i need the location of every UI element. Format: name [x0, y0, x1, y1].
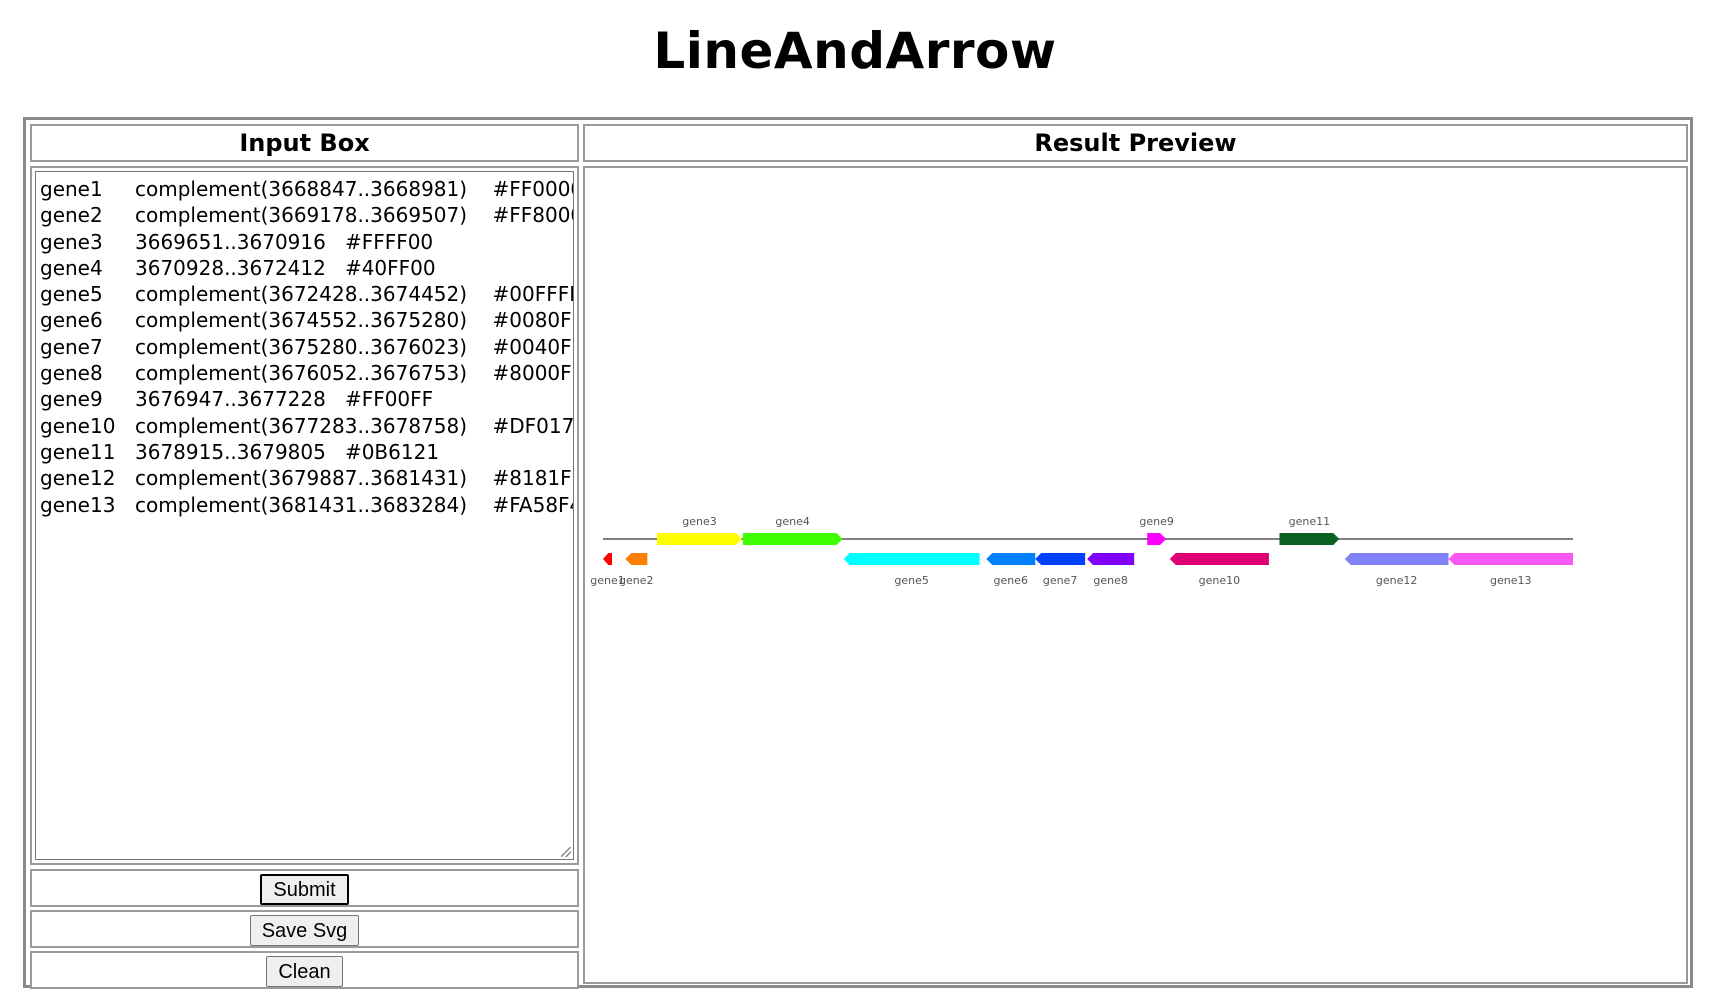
input-line-color: #FA58F4 — [492, 492, 574, 517]
input-line-gene-name: gene5 — [40, 282, 103, 307]
input-line: gene12 complement(3679887..3681431) #8181… — [40, 465, 573, 491]
resize-grip-icon[interactable] — [561, 847, 571, 857]
input-line-color: #FF00FF — [344, 387, 434, 412]
input-line-color: #FFFF00 — [344, 229, 434, 254]
input-line-color: #8181F7 — [492, 466, 573, 491]
gene-arrow-gene2 — [625, 553, 648, 565]
gene-arrow-gene11 — [1279, 533, 1340, 545]
gene-label-gene2: gene2 — [619, 574, 654, 587]
input-line-color: #0B6121 — [344, 439, 440, 464]
gene-arrow-gene6 — [986, 553, 1036, 565]
result-preview-panel: gene1 gene2 gene3 gene4 gene5 gene6 gene7 gene8… — [583, 166, 1688, 984]
input-line: gene2 complement(3669178..3669507) #FF800… — [40, 202, 573, 228]
input-line-gene-name: gene12 — [40, 466, 116, 491]
input-line-color: #0080FF — [492, 308, 573, 333]
gene-label-gene6: gene6 — [994, 574, 1029, 587]
submit-button[interactable]: Submit — [260, 874, 349, 905]
input-line-color: #40FF00 — [344, 255, 436, 280]
input-line-location: complement(3679887..3681431) — [135, 466, 468, 491]
gene-arrow-gene3 — [657, 533, 743, 545]
input-line-color: #0040FF — [492, 334, 573, 359]
input-line-color: #DF0174 — [492, 413, 574, 438]
input-line-location: complement(3677283..3678758) — [135, 413, 468, 438]
result-preview-header: Result Preview — [583, 124, 1688, 162]
input-line: gene4 3670928..3672412 #40FF00 — [40, 255, 569, 281]
input-line-location: complement(3676052..3676753) — [135, 361, 468, 386]
gene-map-svg: gene1gene2gene3 gene4gene5 gene6 gene7 gene8… — [590, 515, 1573, 587]
input-line-gene-name: gene6 — [40, 308, 103, 333]
input-line: gene8 complement(3676052..3676753) #8000F… — [40, 360, 573, 386]
gene-label-gene3: gene3 — [682, 515, 717, 528]
input-line-location: complement(3681431..3683284) — [135, 492, 468, 517]
input-line-gene-name: gene7 — [40, 334, 103, 359]
input-line-location: 3678915..3679805 — [135, 439, 326, 464]
input-line-location: complement(3674552..3675280) — [135, 308, 468, 333]
input-line-location: 3669651..3670916 — [135, 229, 326, 254]
page-title: LineAndArrow — [653, 22, 1057, 80]
gene-arrow-gene5 — [843, 553, 980, 565]
save-svg-button[interactable]: Save Svg — [249, 915, 360, 946]
gene-arrow-gene1 — [603, 553, 613, 565]
input-line-color: #FF8000 — [492, 203, 573, 228]
input-line: gene10 complement(3677283..3678758) #DF01… — [40, 413, 573, 439]
save-svg-cell: Save Svg — [30, 910, 579, 948]
input-line-gene-name: gene4 — [40, 255, 103, 280]
main-layout-table: Input Box Result Preview gene1 complement… — [23, 117, 1693, 989]
gene-arrow-gene4 — [742, 533, 843, 545]
input-line: gene9 3676947..3677228 #FF00FF — [40, 386, 569, 412]
input-line-gene-name: gene9 — [40, 387, 103, 412]
gene-input-textarea[interactable]: gene1 complement(3668847..3668981) #FF000… — [35, 171, 574, 860]
input-line-color: #8000FF — [492, 361, 573, 386]
gene-arrow-gene8 — [1087, 553, 1135, 565]
gene-label-gene5: gene5 — [894, 574, 929, 587]
input-line: gene7 complement(3675280..3676023) #0040F… — [40, 334, 573, 360]
input-line-gene-name: gene3 — [40, 229, 103, 254]
gene-label-gene7: gene7 — [1043, 574, 1078, 587]
gene-label-gene12: gene12 — [1376, 574, 1418, 587]
input-line: gene13 complement(3681431..3683284) #FA58… — [40, 492, 573, 518]
input-line: gene1 complement(3668847..3668981) #FF000… — [40, 176, 573, 202]
input-line-gene-name: gene1 — [40, 177, 103, 201]
gene-arrow-gene9 — [1147, 533, 1167, 545]
gene-label-gene13: gene13 — [1490, 574, 1532, 587]
input-line-color: #FF0000 — [492, 177, 573, 201]
gene-arrow-gene12 — [1344, 553, 1449, 565]
input-cell: gene1 complement(3668847..3668981) #FF000… — [30, 166, 579, 865]
input-line-gene-name: gene13 — [40, 492, 116, 517]
input-line-location: complement(3669178..3669507) — [135, 203, 468, 228]
input-line-location: 3676947..3677228 — [135, 387, 326, 412]
input-line-gene-name: gene8 — [40, 361, 103, 386]
gene-label-gene9: gene9 — [1139, 515, 1174, 528]
input-line-location: complement(3672428..3674452) — [135, 282, 468, 307]
input-line: gene3 3669651..3670916 #FFFF00 — [40, 229, 569, 255]
input-line-gene-name: gene11 — [40, 439, 116, 464]
clean-cell: Clean — [30, 951, 579, 989]
submit-cell: Submit — [30, 869, 579, 907]
clean-button[interactable]: Clean — [266, 956, 343, 987]
input-box-header: Input Box — [30, 124, 579, 162]
gene-arrow-gene10 — [1169, 553, 1269, 565]
input-line-gene-name: gene2 — [40, 203, 103, 228]
input-line: gene11 3678915..3679805 #0B6121 — [40, 439, 569, 465]
gene-arrow-gene13 — [1448, 553, 1573, 565]
input-line: gene6 complement(3674552..3675280) #0080F… — [40, 307, 573, 333]
gene-arrow-gene7 — [1035, 553, 1086, 565]
input-line-location: complement(3668847..3668981) — [135, 177, 468, 201]
input-line-gene-name: gene10 — [40, 413, 116, 438]
input-line-location: 3670928..3672412 — [135, 255, 326, 280]
gene-label-gene11: gene11 — [1289, 515, 1331, 528]
gene-label-gene8: gene8 — [1093, 574, 1128, 587]
gene-label-gene10: gene10 — [1199, 574, 1241, 587]
input-line-color: #00FFFF — [492, 282, 574, 307]
input-line-location: complement(3675280..3676023) — [135, 334, 468, 359]
input-line: gene5 complement(3672428..3674452) #00FFF… — [40, 281, 573, 307]
gene-label-gene4: gene4 — [775, 515, 810, 528]
